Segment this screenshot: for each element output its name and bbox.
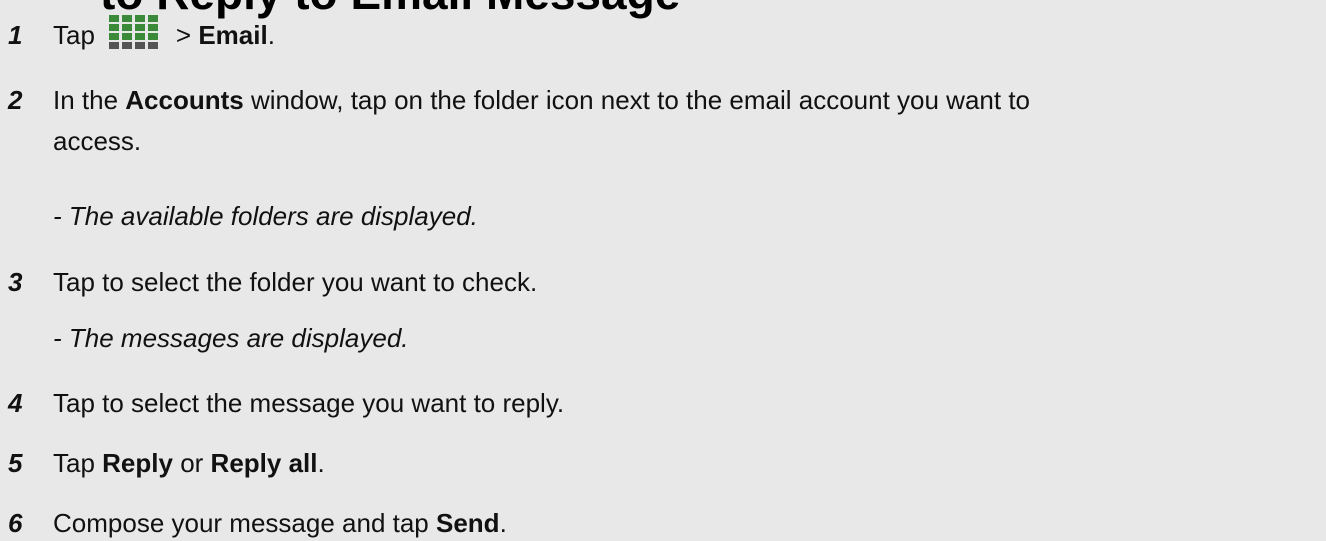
step-text: . xyxy=(267,20,275,50)
step-text: In the xyxy=(53,85,126,115)
step-text: Tap to select the folder you want to che… xyxy=(53,267,538,297)
reply-label: Reply xyxy=(102,448,173,478)
step-number: 6 xyxy=(8,508,23,538)
step-number: 2 xyxy=(8,85,23,115)
apps-grid-icon xyxy=(106,14,166,50)
step-2-note: - The available folders are displayed. xyxy=(53,201,478,231)
step-6: 6 Compose your message and tap Send. xyxy=(8,505,507,541)
instruction-page: to Reply to Email Message 1Tap > Email. … xyxy=(0,0,1326,541)
step-5: 5 Tap Reply or Reply all. xyxy=(8,445,325,481)
step-text: window, tap on the folder icon next to t… xyxy=(243,85,1031,115)
step-4: 4 Tap to select the message you want to r… xyxy=(8,385,564,421)
step-2: 2 In the Accounts window, tap on the fold… xyxy=(8,82,1030,118)
step-number: 4 xyxy=(8,388,23,418)
step-text: . xyxy=(499,508,507,538)
email-label: Email xyxy=(198,20,268,50)
accounts-label: Accounts xyxy=(125,85,244,115)
step-text: Tap to select the message you want to re… xyxy=(53,388,565,418)
step-text: > xyxy=(175,20,199,50)
step-number: 5 xyxy=(8,448,23,478)
step-text: or xyxy=(172,448,211,478)
step-1: 1 Tap > Email. xyxy=(8,14,275,53)
reply-all-label: Reply all xyxy=(210,448,318,478)
step-text: Compose your message and tap xyxy=(53,508,436,538)
step-text: . xyxy=(317,448,325,478)
step-2-continued: access. xyxy=(53,126,142,156)
send-label: Send xyxy=(436,508,500,538)
step-text: Tap xyxy=(53,20,95,50)
step-3-note: - The messages are displayed. xyxy=(53,323,409,353)
step-3: 3 Tap to select the folder you want to ch… xyxy=(8,264,537,300)
step-text: Tap xyxy=(53,448,103,478)
step-number: 3 xyxy=(8,267,23,297)
step-number: 1 xyxy=(8,20,23,50)
